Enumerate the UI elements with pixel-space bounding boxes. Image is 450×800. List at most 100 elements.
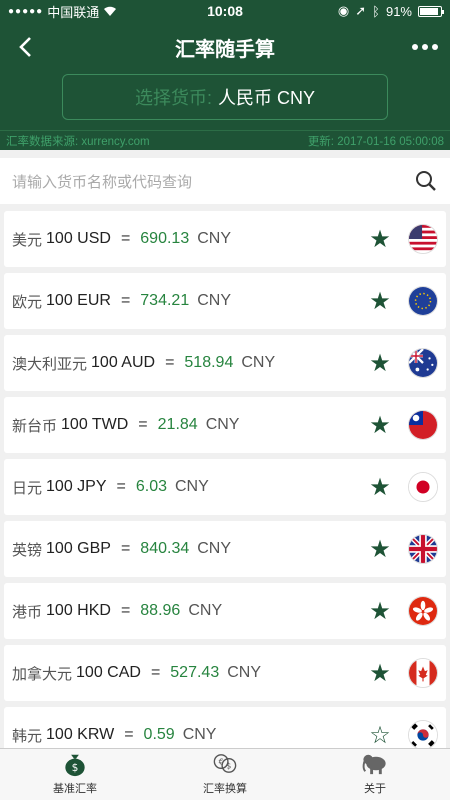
kr-flag-icon	[408, 720, 438, 750]
money-bag-icon: $	[65, 754, 85, 777]
back-button[interactable]	[0, 22, 50, 72]
rate-unit: CNY	[182, 726, 217, 743]
ca-flag-icon	[408, 658, 438, 688]
currency-name: 新台币	[12, 417, 58, 435]
tab-label: 基准汇率	[53, 783, 97, 795]
rate-value: 21.84	[157, 416, 198, 433]
star-filled-icon[interactable]: ★	[366, 473, 394, 502]
currency-amount: 100 USD	[46, 230, 111, 247]
signal-dots-icon: ●●●●●	[8, 5, 44, 17]
carrier-name: 中国联通	[47, 4, 100, 20]
currency-name: 韩元	[12, 727, 43, 745]
star-filled-icon[interactable]: ★	[366, 597, 394, 626]
equals-sign: =	[150, 664, 161, 681]
rate-value: 6.03	[135, 478, 167, 495]
equals-sign: =	[120, 230, 131, 247]
jp-flag-icon	[408, 472, 438, 502]
currency-name: 澳大利亚元	[12, 355, 88, 373]
eu-flag-icon	[408, 286, 438, 316]
battery-fill	[420, 7, 439, 15]
rate-row[interactable]: 英镑 100 GBP = 840.34 CNY ★	[4, 521, 446, 577]
currency-name: 美元	[12, 231, 43, 249]
rate-row[interactable]: 日元 100 JPY = 6.03 CNY ★	[4, 459, 446, 515]
tab-about[interactable]: 关于	[300, 749, 450, 800]
equals-sign: =	[120, 602, 131, 619]
currency-name: 加拿大元	[12, 665, 73, 683]
star-filled-icon[interactable]: ★	[366, 287, 394, 316]
rate-row[interactable]: 澳大利亚元 100 AUD = 518.94 CNY ★	[4, 335, 446, 391]
exchange-icon: € $	[213, 754, 237, 773]
rate-unit: CNY	[174, 478, 209, 495]
currency-amount: 100 GBP	[46, 540, 111, 557]
rate-unit: CNY	[197, 230, 231, 247]
nav-bar: 汇率随手算	[0, 22, 450, 72]
tab-conversion[interactable]: € $ 汇率换算	[150, 749, 300, 800]
star-filled-icon[interactable]: ★	[366, 659, 394, 688]
data-source: 汇率数据来源: xurrency.com	[6, 135, 150, 148]
equals-sign: =	[120, 540, 131, 557]
rate-value: 88.96	[140, 602, 181, 619]
update-time: 更新: 2017-01-16 05:00:08	[307, 135, 444, 148]
rate-value: 0.59	[143, 726, 175, 743]
rate-unit: CNY	[205, 416, 240, 433]
rate-value: 840.34	[140, 540, 190, 557]
svg-text:$: $	[72, 761, 79, 774]
search-icon[interactable]	[414, 169, 438, 193]
rate-row[interactable]: 欧元 100 EUR = 734.21 CNY ★	[4, 273, 446, 329]
star-filled-icon[interactable]: ★	[366, 535, 394, 564]
rate-row[interactable]: 新台币 100 TWD = 21.84 CNY ★	[4, 397, 446, 453]
equals-sign: =	[120, 292, 131, 309]
rate-row[interactable]: 美元 100 USD = 690.13 CNY ★	[4, 211, 446, 267]
status-bar: ●●●●● 中国联通 10:08 ◉ ➚ ᛒ 91%	[0, 0, 450, 22]
hk-flag-icon	[408, 596, 438, 626]
currency-name: 英镑	[12, 541, 43, 559]
gb-flag-icon	[408, 534, 438, 564]
rate-unit: CNY	[197, 540, 232, 557]
battery-icon	[418, 5, 444, 17]
status-left: ●●●●● 中国联通	[8, 2, 117, 21]
star-filled-icon[interactable]: ★	[366, 225, 394, 254]
status-right: ◉ ➚ ᛒ 91%	[338, 3, 444, 19]
currency-select[interactable]: 选择货币: 人民币 CNY	[62, 74, 388, 120]
rate-unit: CNY	[188, 602, 223, 619]
us-flag-icon	[408, 224, 438, 254]
star-filled-icon[interactable]: ★	[366, 349, 394, 378]
more-dots-icon	[412, 44, 438, 50]
elephant-icon	[362, 754, 386, 775]
currency-amount: 100 AUD	[91, 354, 156, 371]
currency-select-wrap: 选择货币: 人民币 CNY	[0, 72, 450, 130]
rate-row[interactable]: 加拿大元 100 CAD = 527.43 CNY ★	[4, 645, 446, 701]
currency-select-value: 人民币 CNY	[218, 88, 316, 108]
rate-value: 734.21	[140, 292, 190, 309]
currency-amount: 100 TWD	[61, 416, 129, 433]
currency-select-label: 选择货币:	[134, 88, 212, 108]
currency-name: 欧元	[12, 293, 43, 311]
equals-sign: =	[165, 354, 175, 371]
tab-label: 关于	[364, 783, 386, 795]
info-bar: 汇率数据来源: xurrency.com 更新: 2017-01-16 05:0…	[0, 130, 450, 150]
rate-list: 美元 100 USD = 690.13 CNY ★ 欧元 100 EUR = 734.21 CNY ★…	[0, 204, 450, 763]
tab-label: 汇率换算	[203, 783, 247, 795]
chevron-left-icon	[19, 37, 31, 57]
equals-sign: =	[138, 416, 148, 433]
svg-text:$: $	[226, 761, 231, 770]
star-outline-icon[interactable]: ☆	[366, 721, 394, 750]
more-button[interactable]	[400, 22, 450, 72]
star-filled-icon[interactable]: ★	[366, 411, 394, 440]
rate-row[interactable]: 港币 100 HKD = 88.96 CNY ★	[4, 583, 446, 639]
search-bar[interactable]: 请输入货币名称或代码查询	[0, 158, 450, 204]
au-flag-icon	[408, 348, 438, 378]
rate-value: 518.94	[184, 354, 234, 371]
search-input[interactable]: 请输入货币名称或代码查询	[12, 171, 414, 192]
rate-unit: CNY	[227, 664, 261, 681]
tab-base-rate[interactable]: $ 基准汇率	[0, 749, 150, 800]
currency-amount: 100 HKD	[46, 602, 111, 619]
currency-amount: 100 EUR	[46, 292, 111, 309]
svg-text:€: €	[219, 757, 224, 766]
equals-sign: =	[124, 726, 134, 743]
rate-value: 690.13	[140, 230, 190, 247]
wifi-icon	[104, 6, 117, 16]
battery-percent: 91%	[385, 3, 412, 19]
rate-unit: CNY	[197, 292, 231, 309]
bluetooth-icon: ᛒ	[372, 3, 380, 19]
